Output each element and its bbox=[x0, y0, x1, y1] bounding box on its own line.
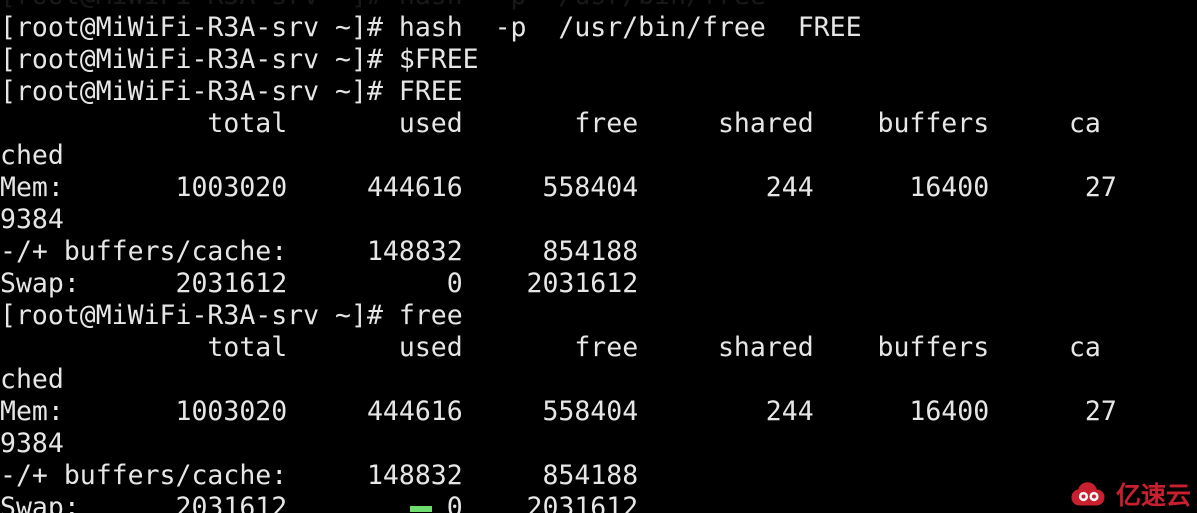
terminal-line: Swap: 2031612 0 2031612 bbox=[0, 268, 639, 299]
terminal-line: 9384 bbox=[0, 428, 64, 459]
terminal-line: [root@MiWiFi-R3A-srv ~]# free bbox=[0, 300, 463, 331]
terminal-window[interactable]: [root@MiWiFi-R3A-srv ~]# hash -p /usr/bi… bbox=[0, 0, 1197, 513]
terminal-line: ched bbox=[0, 140, 64, 171]
terminal-line: total used free shared buffers ca bbox=[0, 332, 1101, 363]
terminal-line: -/+ buffers/cache: 148832 854188 bbox=[0, 460, 639, 491]
terminal-line: Mem: 1003020 444616 558404 244 16400 27 bbox=[0, 172, 1117, 203]
terminal-line: [root@MiWiFi-R3A-srv ~]# FREE bbox=[0, 76, 463, 107]
terminal-line: [root@MiWiFi-R3A-srv ~]# hash -p /usr/bi… bbox=[0, 12, 862, 43]
terminal-line: [root@MiWiFi-R3A-srv ~]# hash -p /usr/bi… bbox=[0, 0, 1197, 12]
terminal-screen[interactable]: [root@MiWiFi-R3A-srv ~]# hash -p /usr/bi… bbox=[0, 0, 1197, 513]
terminal-line: 9384 bbox=[0, 204, 64, 235]
terminal-cursor bbox=[410, 506, 432, 512]
terminal-line: -/+ buffers/cache: 148832 854188 bbox=[0, 236, 639, 267]
terminal-line: Mem: 1003020 444616 558404 244 16400 27 bbox=[0, 396, 1117, 427]
terminal-line: ched bbox=[0, 364, 64, 395]
terminal-line: total used free shared buffers ca bbox=[0, 108, 1101, 139]
terminal-line: [root@MiWiFi-R3A-srv ~]# $FREE bbox=[0, 44, 479, 75]
terminal-line: Swap: 2031612 0 2031612 bbox=[0, 492, 639, 513]
